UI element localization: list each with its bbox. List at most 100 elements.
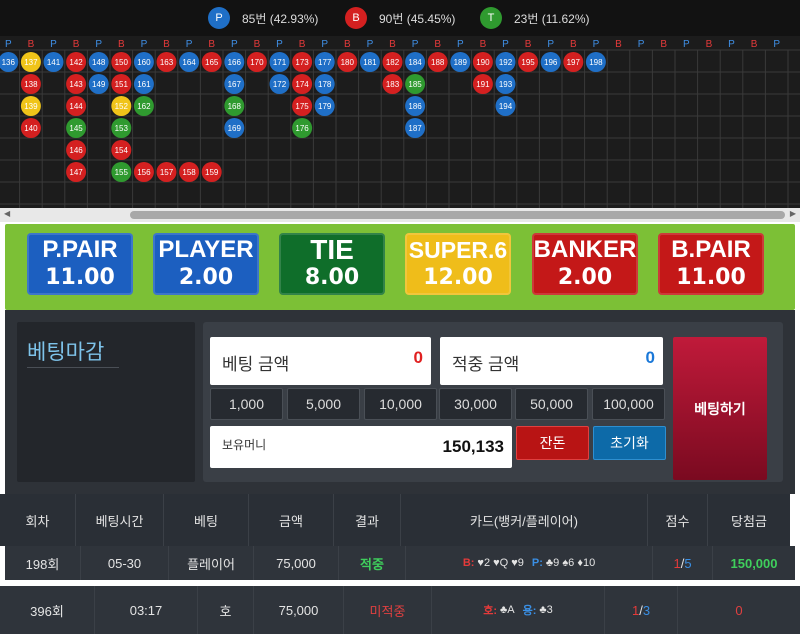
road-bead-number: 147 [69,168,83,177]
reset-button[interactable]: 초기화 [593,426,666,460]
dragon-cards-label: 용: [522,605,537,617]
bet-amount-box: 베팅 금액 0 [210,337,431,385]
road-bead-number: 179 [318,102,332,111]
road-header-p: P [502,39,509,50]
scroll-right-icon[interactable]: ▶ [790,209,796,218]
road-bead: 166 [224,52,245,72]
road-header-b: B [615,39,622,50]
road-bead: 188 [427,52,448,72]
bead-road-grid: P B P B P B P B P B P B P B P B P B P B P B P B P B P B P B P B P B P 136 13… [0,39,800,208]
road-header-b: B [706,39,713,50]
chip-30000-button[interactable]: 30,000 [439,388,512,420]
change-button[interactable]: 잔돈 [516,426,589,460]
road-bead-number: 137 [24,58,38,67]
road-bead: 192 [495,52,516,72]
chip-10000-button[interactable]: 10,000 [364,388,437,420]
divider [27,367,119,368]
bet-option-player[interactable]: PLAYER 2.00 [153,233,259,295]
road-bead-number: 166 [228,58,242,67]
chip-100000-button[interactable]: 100,000 [592,388,665,420]
road-bead: 141 [43,52,64,72]
road-bead: 173 [292,52,313,72]
road-bead-number: 152 [115,102,129,111]
chip-5000-button[interactable]: 5,000 [287,388,360,420]
tiger-cards-label: 호: [483,605,498,617]
player-stat: P 85번 (42.93%) [208,6,318,30]
road-bead-number: 154 [115,146,129,155]
road-header-p: P [276,39,283,50]
road-bead: 152 [111,96,132,116]
road-header-b: B [254,39,261,50]
road-bead-number: 178 [318,80,332,89]
header-result: 결과 [334,494,401,546]
player-stat-text: 85번 (42.93%) [242,11,319,26]
bet-option-name: SUPER.6 [408,237,508,263]
betting-closed-label: 베팅마감 [27,341,105,364]
road-bead-number: 167 [228,80,242,89]
road-bead: 195 [518,52,539,72]
road-bead-number: 176 [295,124,309,133]
place-bet-button[interactable]: 베팅하기 [673,337,767,480]
horizontal-scrollbar[interactable]: ◀ ▶ [0,208,800,222]
bet-option-tie[interactable]: TIE 8.00 [279,233,385,295]
road-bead: 139 [20,96,41,116]
table-row: 396회 03:17 호 75,000 미적중 호: ♣A 용: ♣3 1 / … [0,586,800,634]
row-time: 05-30 [81,546,169,580]
bet-option-p-pair[interactable]: P.PAIR 11.00 [27,233,133,295]
road-bead-number: 163 [160,58,174,67]
road-bead-number: 170 [250,58,264,67]
header-score: 점수 [648,494,708,546]
bet-option-banker[interactable]: BANKER 2.00 [532,233,638,295]
road-bead-number: 177 [318,58,332,67]
header-bet: 베팅 [164,494,249,546]
road-bead-number: 187 [408,124,422,133]
road-bead-number: 197 [567,58,581,67]
scrollbar-thumb[interactable] [130,211,785,219]
chip-1000-button[interactable]: 1,000 [210,388,283,420]
tie-stat: T 23번 (11.62%) [480,6,590,30]
road-bead: 156 [133,162,154,182]
road-bead: 190 [472,52,493,72]
road-bead: 170 [246,52,267,72]
banker-cards: ♥2 ♥Q ♥9 [477,557,524,569]
road-bead-number: 172 [273,80,287,89]
bet-option-name: TIE [310,234,354,265]
road-bead: 175 [292,96,313,116]
score-banker: 1 [673,555,681,571]
banker-badge: B [345,7,367,29]
balance-value: 150,133 [442,437,504,456]
bet-option-odds: 8.00 [304,265,360,290]
scroll-left-icon[interactable]: ◀ [4,209,10,218]
road-bead: 174 [292,74,313,94]
road-bead: 161 [133,74,154,94]
road-bead: 184 [405,52,426,72]
road-bead: 197 [563,52,584,72]
road-bead-number: 171 [273,58,287,67]
road-bead: 150 [111,52,132,72]
row-amount: 75,000 [254,586,344,634]
banker-stat-text: 90번 (45.45%) [379,11,456,26]
road-bead-number: 188 [431,58,445,67]
tie-badge: T [480,7,502,29]
road-bead: 140 [20,118,41,138]
road-header-b: B [163,39,170,50]
road-bead-number: 180 [341,58,355,67]
road-bead-number: 189 [454,58,468,67]
road-bead: 163 [156,52,177,72]
bet-option-odds: 11.00 [45,265,115,290]
score-player: 5 [684,555,692,571]
road-header-p: P [231,39,238,50]
bet-option-odds: 11.00 [676,265,746,290]
road-header-b: B [751,39,758,50]
road-bead-number: 143 [69,80,83,89]
bet-option-super6[interactable]: SUPER.6 12.00 [405,233,511,295]
road-bead: 183 [382,74,403,94]
row-score: 1 / 5 [653,546,713,580]
road-bead-number: 160 [137,58,151,67]
road-bead-number: 146 [69,146,83,155]
bet-option-b-pair[interactable]: B.PAIR 11.00 [658,233,764,295]
road-bead: 172 [269,74,290,94]
road-bead-number: 158 [182,168,196,177]
road-header-p: P [593,39,600,50]
chip-50000-button[interactable]: 50,000 [515,388,588,420]
